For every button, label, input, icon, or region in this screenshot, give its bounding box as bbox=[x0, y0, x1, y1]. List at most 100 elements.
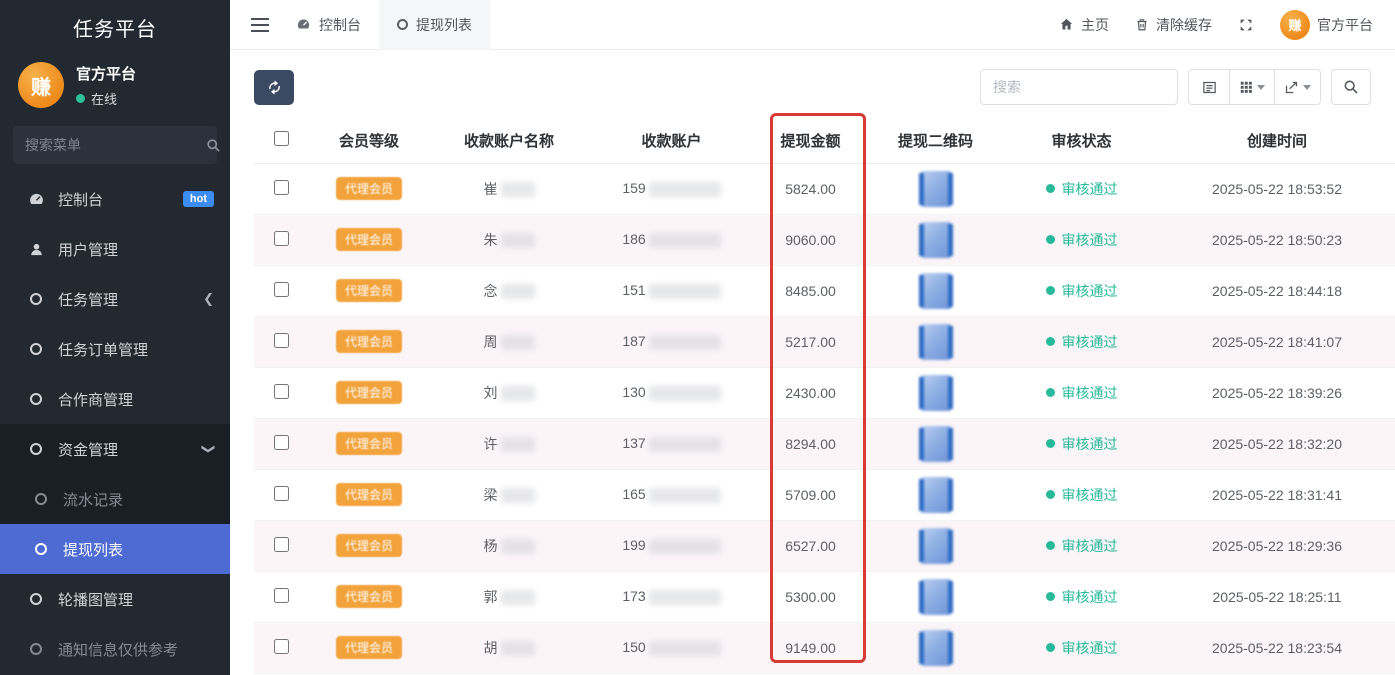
sidebar-item-0[interactable]: 控制台 hot bbox=[0, 174, 230, 224]
circle-icon bbox=[27, 643, 45, 655]
status-dot-icon bbox=[1046, 592, 1055, 601]
created-at: 2025-05-22 18:50:23 bbox=[1159, 214, 1395, 265]
status-dot-icon bbox=[1046, 388, 1055, 397]
audit-status: 审核通过 bbox=[1004, 332, 1159, 352]
sidebar-item-3[interactable]: 任务订单管理 bbox=[0, 324, 230, 374]
sidebar-item-label: 提现列表 bbox=[63, 539, 123, 560]
main-area: 控制台 提现列表 主页 清除缓存 bbox=[230, 0, 1395, 675]
payee-name: 梁 bbox=[484, 487, 498, 503]
audit-status: 审核通过 bbox=[1004, 536, 1159, 556]
row-checkbox[interactable] bbox=[274, 180, 289, 195]
row-checkbox[interactable] bbox=[274, 384, 289, 399]
qr-code-thumbnail[interactable] bbox=[921, 324, 951, 360]
created-at: 2025-05-22 18:41:07 bbox=[1159, 316, 1395, 367]
row-checkbox[interactable] bbox=[274, 537, 289, 552]
audit-status: 审核通过 bbox=[1004, 587, 1159, 607]
tab-dashboard[interactable]: 控制台 bbox=[278, 0, 379, 50]
sidebar-item-4[interactable]: 合作商管理 bbox=[0, 374, 230, 424]
row-checkbox[interactable] bbox=[274, 486, 289, 501]
home-button[interactable]: 主页 bbox=[1059, 15, 1109, 35]
audit-status: 审核通过 bbox=[1004, 383, 1159, 403]
qr-code-thumbnail[interactable] bbox=[921, 273, 951, 309]
withdraw-amount: 9060.00 bbox=[754, 214, 867, 265]
select-all-checkbox[interactable] bbox=[274, 131, 289, 146]
sidebar-item-1[interactable]: 用户管理 bbox=[0, 224, 230, 274]
sidebar-item-7[interactable]: 提现列表 bbox=[0, 524, 230, 574]
sidebar-search-input[interactable] bbox=[25, 137, 206, 153]
sidebar-item-9[interactable]: 通知信息仅供参考 bbox=[0, 624, 230, 674]
created-at: 2025-05-22 18:29:36 bbox=[1159, 520, 1395, 571]
redacted-name-blur bbox=[501, 284, 535, 299]
payee-name: 许 bbox=[484, 436, 498, 452]
export-button[interactable] bbox=[1275, 69, 1321, 105]
qr-code-thumbnail[interactable] bbox=[921, 426, 951, 462]
status-dot-icon bbox=[1046, 337, 1055, 346]
sidebar-item-2[interactable]: 任务管理 ❮ bbox=[0, 274, 230, 324]
created-at: 2025-05-22 18:25:11 bbox=[1159, 571, 1395, 622]
withdraw-table: 会员等级 收款账户名称 收款账户 提现金额 提现二维码 审核状态 创建时间 代理… bbox=[254, 118, 1395, 674]
created-at: 2025-05-22 18:44:18 bbox=[1159, 265, 1395, 316]
row-checkbox[interactable] bbox=[274, 435, 289, 450]
row-checkbox[interactable] bbox=[274, 231, 289, 246]
table-row: 代理会员 许 137 8294.00 审核通过 2025-05-22 18:32… bbox=[254, 418, 1395, 469]
sidebar-search bbox=[13, 126, 217, 164]
clear-cache-button[interactable]: 清除缓存 bbox=[1135, 15, 1212, 35]
sidebar-item-8[interactable]: 轮播图管理 bbox=[0, 574, 230, 624]
table-search-input[interactable] bbox=[980, 69, 1178, 105]
created-at: 2025-05-22 18:31:41 bbox=[1159, 469, 1395, 520]
hot-badge: hot bbox=[183, 191, 214, 207]
row-checkbox[interactable] bbox=[274, 639, 289, 654]
qr-code-thumbnail[interactable] bbox=[921, 222, 951, 258]
audit-status: 审核通过 bbox=[1004, 638, 1159, 658]
redacted-name-blur bbox=[501, 590, 535, 605]
member-level-badge: 代理会员 bbox=[336, 585, 402, 608]
columns-button[interactable] bbox=[1230, 69, 1275, 105]
header-audit-status: 审核状态 bbox=[1004, 118, 1159, 163]
profile-status: 在线 bbox=[76, 89, 136, 108]
profile-status-label: 在线 bbox=[91, 89, 117, 108]
row-checkbox[interactable] bbox=[274, 333, 289, 348]
redacted-account-blur bbox=[649, 437, 721, 452]
row-checkbox[interactable] bbox=[274, 282, 289, 297]
status-dot-icon bbox=[1046, 235, 1055, 244]
sidebar-item-6[interactable]: 流水记录 bbox=[0, 474, 230, 524]
search-icon[interactable] bbox=[206, 138, 221, 153]
member-level-badge: 代理会员 bbox=[336, 381, 402, 404]
qr-code-thumbnail[interactable] bbox=[921, 630, 951, 666]
qr-code-thumbnail[interactable] bbox=[921, 375, 951, 411]
withdraw-amount: 5300.00 bbox=[754, 571, 867, 622]
payee-account: 165 bbox=[622, 486, 645, 502]
qr-code-thumbnail[interactable] bbox=[921, 477, 951, 513]
member-level-badge: 代理会员 bbox=[336, 483, 402, 506]
sidebar-item-5[interactable]: 资金管理 ❯ bbox=[0, 424, 230, 474]
status-dot-icon bbox=[1046, 184, 1055, 193]
detail-view-button[interactable] bbox=[1188, 69, 1230, 105]
qr-code-thumbnail[interactable] bbox=[921, 528, 951, 564]
sidebar-item-label: 资金管理 bbox=[58, 439, 118, 460]
row-checkbox[interactable] bbox=[274, 588, 289, 603]
circle-icon bbox=[27, 443, 45, 455]
chevron-down-icon: ❯ bbox=[201, 444, 217, 455]
circle-icon bbox=[27, 293, 45, 305]
fullscreen-button[interactable] bbox=[1238, 17, 1254, 33]
audit-status-label: 审核通过 bbox=[1062, 587, 1118, 607]
withdraw-amount: 5709.00 bbox=[754, 469, 867, 520]
qr-code-thumbnail[interactable] bbox=[921, 579, 951, 615]
withdraw-amount: 8485.00 bbox=[754, 265, 867, 316]
header-member-level: 会员等级 bbox=[309, 118, 429, 163]
redacted-account-blur bbox=[649, 233, 721, 248]
topbar: 控制台 提现列表 主页 清除缓存 bbox=[230, 0, 1395, 50]
chevron-down-icon bbox=[1257, 85, 1265, 90]
tab-withdraw-list[interactable]: 提现列表 bbox=[379, 0, 490, 50]
search-submit-button[interactable] bbox=[1331, 69, 1371, 105]
status-dot-icon bbox=[1046, 490, 1055, 499]
member-level-badge: 代理会员 bbox=[336, 279, 402, 302]
withdraw-amount: 9149.00 bbox=[754, 622, 867, 673]
qr-code-thumbnail[interactable] bbox=[921, 171, 951, 207]
redacted-account-blur bbox=[649, 641, 721, 656]
profile-menu[interactable]: 赚 官方平台 bbox=[1280, 10, 1373, 40]
refresh-button[interactable] bbox=[254, 70, 294, 105]
sidebar-toggle-button[interactable] bbox=[242, 0, 278, 50]
payee-name: 周 bbox=[484, 334, 498, 350]
created-at: 2025-05-22 18:53:52 bbox=[1159, 163, 1395, 214]
